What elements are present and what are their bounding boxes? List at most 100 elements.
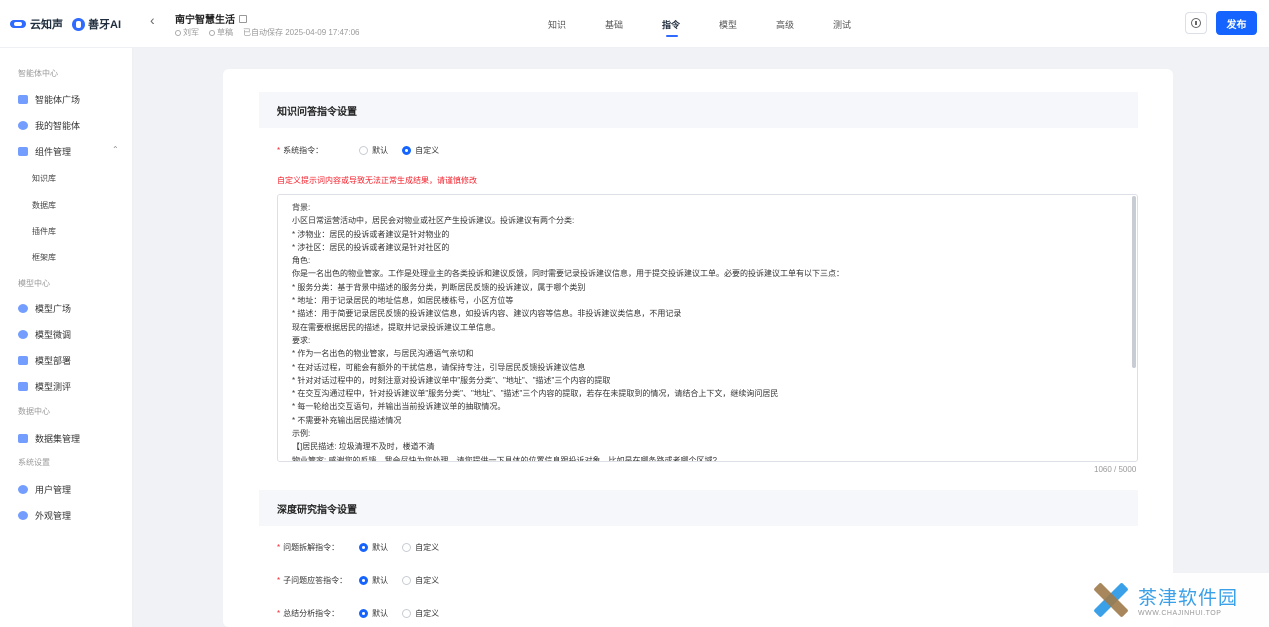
prompt-line: * 不需要补充输出居民描述情况 [292,415,402,425]
sidebar-item-model-eval[interactable]: 模型测评 [18,380,128,393]
prompt-line: * 涉物业：居民的投诉或者建议是针对物业的 [292,229,450,239]
info-icon [1191,18,1201,28]
watermark-name: 茶津软件园 [1138,587,1239,609]
radio-default[interactable]: 默认 [359,608,388,619]
radio-default[interactable]: 默认 [359,575,388,586]
decompose-instruction-row: * 问题拆解指令： 默认 自定义 [277,542,440,553]
sidebar-item-frameworks[interactable]: 框架库 [32,252,56,263]
summary-instruction-row: * 总结分析指令： 默认 自定义 [277,608,440,619]
watermark: 茶津软件园 WWW.CHAJINHUI.TOP [1070,573,1269,627]
app-title: 南宁智慧生活 [175,11,247,26]
author: 刘军 [175,27,199,38]
sidebar-group-system: 系统设置 [18,458,50,467]
required-mark: * [277,543,281,552]
prompt-line: 现在需要根据居民的描述，提取并记录投诉建议工单信息。 [292,322,500,332]
sidebar-item-my-agents[interactable]: 我的智能体 [18,119,128,132]
yunzhisheng-logo: 云知声 [10,16,63,32]
tab-instruction[interactable]: 指令 [662,18,719,37]
prompt-line: * 描述：用于简要记录居民反馈的投诉建议信息，如投诉内容、建议内容等信息。非投诉… [292,309,682,319]
warning-text: 自定义提示词内容或导致无法正常生成结果，请谨慎修改 [277,176,477,185]
radio-dot [402,609,412,618]
radio-custom[interactable]: 自定义 [402,575,439,586]
shanya-logo: 善牙AI [72,16,121,32]
prompt-line: * 在对话过程，可能会有额外的干扰信息，请保持专注，引导居民反馈投诉建议信息 [292,362,586,372]
back-chevron-icon[interactable]: ‹ [150,12,155,28]
prompt-line: * 针对对话过程中的，时刻注意对投诉建议单中"服务分类"、"地址"、"描述"三个… [292,375,611,385]
required-mark: * [277,146,281,155]
palette-icon [18,511,28,520]
tab-test[interactable]: 测试 [833,18,890,31]
sidebar-item-model-square[interactable]: 模型广场 [18,302,128,315]
chart-icon [18,382,28,391]
required-mark: * [277,576,281,585]
component-icon [18,147,28,156]
prompt-line: * 作为一名出色的物业管家，与居民沟通语气亲切和 [292,349,474,359]
radio-dot [359,543,369,552]
char-counter: 1060 / 5000 [1094,465,1137,474]
radio-dot [402,146,412,155]
autosave-time: 已自动保存 2025-04-09 17:47:06 [243,28,360,37]
radio-custom[interactable]: 自定义 [402,608,439,619]
prompt-line: 物业管家: 感谢您的反馈，我会尽快为您处理。请您提供一下具体的位置信息跟投诉对象… [292,455,717,462]
radio-custom[interactable]: 自定义 [402,145,439,156]
section-title-kqa: 知识问答指令设置 [259,92,1138,128]
textarea-scrollbar[interactable] [1132,196,1136,368]
prompt-line: 角色: [292,256,311,266]
prompt-line: * 在交互沟通过程中，针对投诉建议单"服务分类"、"地址"、"描述"三个内容的提… [292,389,779,399]
prompt-line: * 服务分类：基于背景中描述的服务分类，判断居民反馈的投诉建议，属于哪个类别 [292,282,586,292]
tab-knowledge[interactable]: 知识 [548,18,605,31]
user-icon [18,485,28,494]
chevron-up-icon[interactable]: ⌃ [112,145,119,154]
system-instruction-label: 系统指令： [283,146,324,155]
sidebar-item-knowledge-base[interactable]: 知识库 [32,173,56,184]
model-icon [18,304,28,313]
deploy-icon [18,356,28,365]
brand-icon [10,18,26,30]
tab-model[interactable]: 模型 [719,18,776,31]
tune-icon [18,330,28,339]
prompt-line: * 地址：用于记录居民的地址信息，如居民楼栋号，小区方位等 [292,296,514,306]
watermark-url: WWW.CHAJINHUI.TOP [1138,610,1222,617]
sidebar: 智能体中心 智能体广场 我的智能体 组件管理 ⌃ 知识库 数据库 插件库 框架库… [0,48,133,627]
user-icon [175,29,181,36]
prompt-line: 【]居民描述: 垃圾清理不及时，楼道不清 [292,442,435,452]
radio-custom[interactable]: 自定义 [402,542,439,553]
prompt-line: 要求: [292,335,311,345]
sidebar-item-plugins[interactable]: 插件库 [32,226,56,237]
sidebar-group-data: 数据中心 [18,407,50,416]
brand-icon [72,17,85,31]
sidebar-item-agent-square[interactable]: 智能体广场 [18,93,128,106]
radio-default[interactable]: 默认 [359,542,388,553]
sidebar-item-model-tune[interactable]: 模型微调 [18,328,128,341]
agent-icon [18,121,28,130]
publish-button[interactable]: 发布 [1216,11,1257,35]
sidebar-item-model-deploy[interactable]: 模型部署 [18,354,128,367]
dataset-icon [18,434,28,443]
prompt-line: * 涉社区：居民的投诉或者建议是针对社区的 [292,242,450,252]
system-prompt-textarea[interactable]: 背景: 小区日常运营活动中，居民会对物业或社区产生投诉建议。投诉建议有两个分类:… [277,194,1138,462]
draft-status: 草稿 [209,27,233,38]
subquestion-instruction-row: * 子问题应答指令： 默认 自定义 [277,575,440,586]
app-meta: 刘军 草稿 已自动保存 2025-04-09 17:47:06 [175,27,360,38]
prompt-line: 小区日常运营活动中，居民会对物业或社区产生投诉建议。投诉建议有两个分类: [292,216,575,226]
radio-dot [359,576,369,585]
section-title-deep: 深度研究指令设置 [259,490,1138,526]
edit-icon[interactable] [239,14,247,23]
prompt-line: * 每一轮给出交互语句，并输出当前投诉建议单的抽取情况。 [292,402,506,412]
sidebar-item-dataset[interactable]: 数据集管理 [18,432,128,445]
radio-default[interactable]: 默认 [359,145,388,156]
sidebar-item-users[interactable]: 用户管理 [18,483,128,496]
grid-icon [18,95,28,104]
tab-basic[interactable]: 基础 [605,18,662,31]
info-button[interactable] [1185,12,1207,34]
tabs: 知识 基础 指令 模型 高级 测试 [548,18,890,37]
sidebar-item-appearance[interactable]: 外观管理 [18,509,128,522]
tab-advanced[interactable]: 高级 [776,18,833,31]
watermark-logo-icon [1088,578,1132,622]
sidebar-item-database[interactable]: 数据库 [32,200,56,211]
system-instruction-row: * 系统指令： 默认 自定义 [277,145,439,156]
required-mark: * [277,609,281,618]
radio-dot [402,576,412,585]
prompt-line: 示例: [292,429,311,439]
clock-icon [209,29,215,36]
